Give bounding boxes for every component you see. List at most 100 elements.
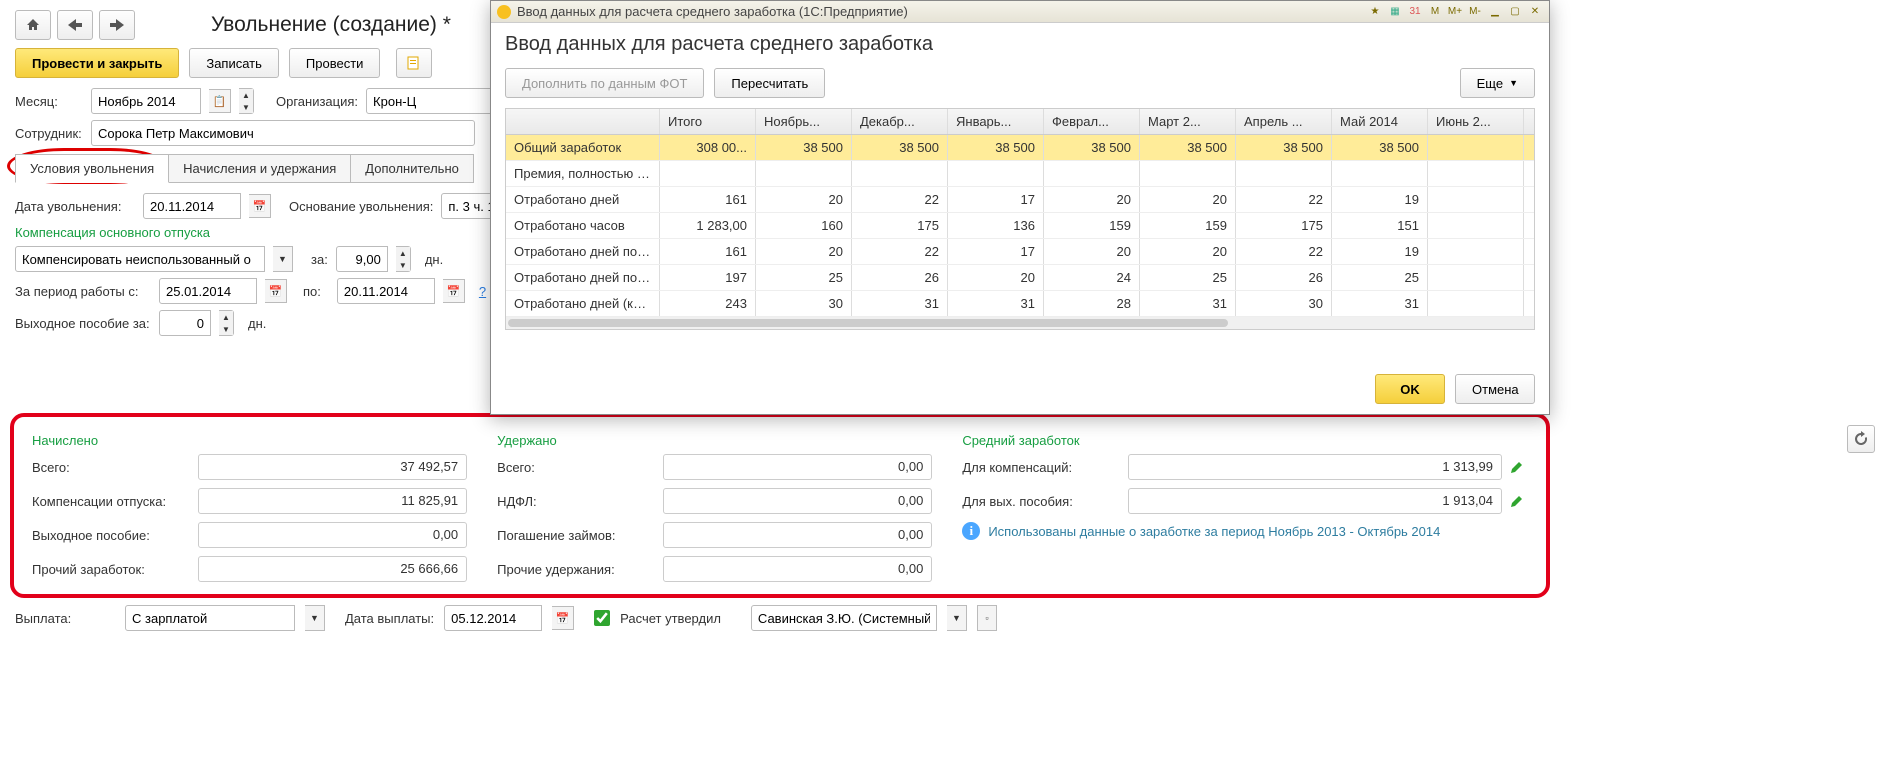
grid-cell[interactable] (1428, 187, 1524, 212)
grid-cell[interactable] (1428, 291, 1524, 316)
grid-cell[interactable]: 26 (1236, 265, 1332, 290)
grid-cell[interactable] (756, 161, 852, 186)
grid-cell[interactable]: 159 (1044, 213, 1140, 238)
grid-row[interactable]: Отработано дней (ка...24330313128313031 (506, 291, 1534, 317)
approved-open-button[interactable]: ▫ (977, 605, 997, 631)
horizontal-scrollbar[interactable] (506, 317, 1534, 329)
grid-cell[interactable]: 19 (1332, 239, 1428, 264)
grid-column-header[interactable]: Март 2... (1140, 109, 1236, 134)
calendar-icon[interactable]: 📅 (249, 194, 271, 218)
recalculate-button[interactable]: Пересчитать (714, 68, 825, 98)
grid-cell[interactable]: 30 (756, 291, 852, 316)
payout-type-input[interactable] (125, 605, 295, 631)
tab-conditions[interactable]: Условия увольнения (15, 154, 169, 183)
approved-dropdown[interactable]: ▼ (947, 605, 967, 631)
grid-cell[interactable]: 197 (660, 265, 756, 290)
post-button[interactable]: Провести (289, 48, 381, 78)
grid-cell[interactable]: 38 500 (1236, 135, 1332, 160)
dismissal-date-input[interactable] (143, 193, 241, 219)
grid-cell[interactable]: 31 (852, 291, 948, 316)
org-input[interactable] (366, 88, 496, 114)
help-link[interactable]: ? (479, 284, 486, 299)
grid-cell[interactable]: 38 500 (948, 135, 1044, 160)
grid-cell[interactable]: 26 (852, 265, 948, 290)
minimize-icon[interactable]: ▁ (1487, 4, 1503, 20)
calendar31-icon[interactable]: 31 (1407, 4, 1423, 20)
grid-row[interactable]: Отработано дней16120221720202219 (506, 187, 1534, 213)
grid-row[interactable]: Премия, полностью у... (506, 161, 1534, 187)
grid-cell[interactable]: 1 283,00 (660, 213, 756, 238)
grid-cell[interactable]: 31 (948, 291, 1044, 316)
grid-cell[interactable]: 160 (756, 213, 852, 238)
grid-cell[interactable]: 20 (1044, 239, 1140, 264)
grid-cell[interactable]: 161 (660, 239, 756, 264)
grid-cell[interactable]: 38 500 (1044, 135, 1140, 160)
tab-additional[interactable]: Дополнительно (350, 154, 474, 183)
grid-cell[interactable]: 20 (1140, 187, 1236, 212)
approved-by-input[interactable] (751, 605, 937, 631)
payout-type-dropdown[interactable]: ▼ (305, 605, 325, 631)
edit-avg-sev-button[interactable] (1510, 492, 1528, 510)
grid-cell[interactable]: 243 (660, 291, 756, 316)
grid-cell[interactable]: 38 500 (1332, 135, 1428, 160)
grid-cell[interactable]: 24 (1044, 265, 1140, 290)
back-button[interactable] (57, 10, 93, 40)
grid-cell[interactable]: 22 (1236, 239, 1332, 264)
grid-cell[interactable]: 31 (1332, 291, 1428, 316)
grid-cell[interactable]: 17 (948, 187, 1044, 212)
grid-cell[interactable]: 19 (1332, 187, 1428, 212)
grid-cell[interactable] (1428, 265, 1524, 290)
grid-cell[interactable] (1332, 161, 1428, 186)
grid-cell[interactable]: 25 (756, 265, 852, 290)
days-spinner[interactable]: ▲▼ (396, 246, 411, 272)
grid-cell[interactable]: 308 00... (660, 135, 756, 160)
grid-cell[interactable]: 30 (1236, 291, 1332, 316)
maximize-icon[interactable]: ▢ (1507, 4, 1523, 20)
tab-accruals[interactable]: Начисления и удержания (168, 154, 351, 183)
grid-cell[interactable] (1044, 161, 1140, 186)
m-icon[interactable]: M (1427, 4, 1443, 20)
scrollbar-thumb[interactable] (508, 319, 1228, 327)
grid-cell[interactable] (948, 161, 1044, 186)
grid-cell[interactable]: 25 (1332, 265, 1428, 290)
grid-cell[interactable]: 20 (756, 187, 852, 212)
employee-input[interactable] (91, 120, 475, 146)
compensation-type-input[interactable] (15, 246, 265, 272)
grid-cell[interactable] (852, 161, 948, 186)
grid-cell[interactable]: 20 (1044, 187, 1140, 212)
grid-column-header[interactable]: Июнь 2... (1428, 109, 1524, 134)
grid-cell[interactable]: 20 (1140, 239, 1236, 264)
severance-days-input[interactable] (159, 310, 211, 336)
home-button[interactable] (15, 10, 51, 40)
month-picker-icon[interactable]: 📋 (209, 89, 231, 113)
fav-icon[interactable]: ★ (1367, 4, 1383, 20)
grid-cell[interactable] (1428, 135, 1524, 160)
grid-cell[interactable]: 17 (948, 239, 1044, 264)
fill-by-fot-button[interactable]: Дополнить по данным ФОТ (505, 68, 704, 98)
print-button[interactable] (396, 48, 432, 78)
grid-cell[interactable]: 22 (852, 239, 948, 264)
post-and-close-button[interactable]: Провести и закрыть (15, 48, 179, 78)
grid-cell[interactable]: 25 (1140, 265, 1236, 290)
grid-row[interactable]: Общий заработок308 00...38 50038 50038 5… (506, 135, 1534, 161)
forward-button[interactable] (99, 10, 135, 40)
grid-cell[interactable]: 175 (852, 213, 948, 238)
grid-cell[interactable]: 38 500 (852, 135, 948, 160)
calendar-icon[interactable]: 📅 (265, 279, 287, 303)
cancel-button[interactable]: Отмена (1455, 374, 1535, 404)
grid-cell[interactable]: 20 (756, 239, 852, 264)
grid-cell[interactable] (1428, 161, 1524, 186)
compensation-type-dropdown[interactable]: ▼ (273, 246, 293, 272)
grid-cell[interactable]: 161 (660, 187, 756, 212)
grid-cell[interactable] (660, 161, 756, 186)
period-from-input[interactable] (159, 278, 257, 304)
grid-cell[interactable] (1236, 161, 1332, 186)
grid-column-header[interactable]: Май 2014 (1332, 109, 1428, 134)
grid-cell[interactable]: 175 (1236, 213, 1332, 238)
grid-row[interactable]: Отработано часов1 283,001601751361591591… (506, 213, 1534, 239)
grid-cell[interactable]: 151 (1332, 213, 1428, 238)
refresh-button[interactable] (1847, 425, 1875, 453)
close-icon[interactable]: ✕ (1527, 4, 1543, 20)
grid-cell[interactable]: 28 (1044, 291, 1140, 316)
grid-column-header[interactable]: Феврал... (1044, 109, 1140, 134)
